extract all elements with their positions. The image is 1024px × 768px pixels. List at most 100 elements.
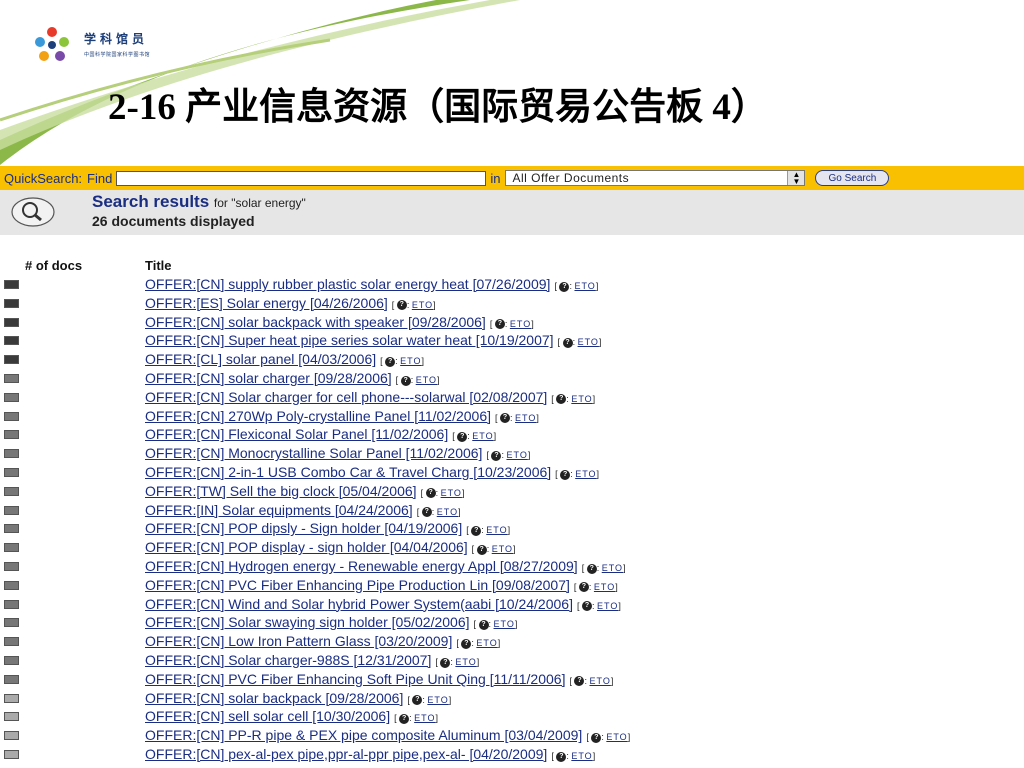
help-icon[interactable]: ? (425, 488, 436, 499)
eto-link[interactable]: ETO (472, 431, 493, 441)
help-icon[interactable]: ? (562, 338, 573, 349)
bracket-close: ] (618, 600, 621, 611)
help-icon[interactable]: ? (457, 432, 468, 442)
table-row: OFFER:[CN] solar backpack with speaker [… (0, 314, 1024, 333)
result-link[interactable]: OFFER:[CN] PVC Fiber Enhancing Soft Pipe… (145, 671, 565, 687)
result-link[interactable]: OFFER:[CL] solar panel [04/03/2006] (145, 351, 376, 367)
column-header-title: Title (145, 258, 172, 273)
eto-link[interactable]: ETO (578, 337, 599, 347)
eto-link[interactable]: ETO (590, 676, 611, 686)
row-content: OFFER:[TW] Sell the big clock [05/04/200… (145, 483, 464, 499)
help-icon[interactable]: ? (491, 450, 502, 461)
row-content: OFFER:[CN] POP dipsly - Sign holder [04/… (145, 520, 510, 536)
help-icon[interactable]: ? (559, 281, 570, 292)
search-input[interactable] (116, 170, 487, 186)
result-link[interactable]: OFFER:[ES] Solar energy [04/26/2006] (145, 295, 388, 311)
row-tools: [ ?: ETO] (551, 751, 595, 762)
eto-link[interactable]: ETO (494, 619, 515, 629)
eto-link[interactable]: ETO (437, 507, 458, 517)
eto-link[interactable]: ETO (412, 300, 433, 310)
row-content: OFFER:[CN] pex-al-pex pipe,ppr-al-ppr pi… (145, 746, 595, 762)
eto-link[interactable]: ETO (597, 601, 618, 611)
result-link[interactable]: OFFER:[CN] 2-in-1 USB Combo Car & Travel… (145, 464, 551, 480)
eto-link[interactable]: ETO (602, 563, 623, 573)
help-icon[interactable]: ? (421, 507, 432, 518)
help-icon[interactable]: ? (471, 525, 482, 536)
help-icon[interactable]: ? (440, 657, 451, 668)
result-link[interactable]: OFFER:[CN] PVC Fiber Enhancing Pipe Prod… (145, 577, 570, 593)
result-link[interactable]: OFFER:[CN] POP dipsly - Sign holder [04/… (145, 520, 462, 536)
document-type-select[interactable]: All Offer Documents ▲ ▼ (505, 170, 806, 186)
help-icon[interactable]: ? (556, 751, 567, 762)
eto-link[interactable]: ETO (606, 732, 627, 742)
help-icon[interactable]: ? (581, 601, 592, 612)
help-icon[interactable]: ? (385, 356, 396, 367)
result-link[interactable]: OFFER:[CN] Hydrogen energy - Renewable e… (145, 558, 578, 574)
eto-link[interactable]: ETO (476, 638, 497, 648)
eto-link[interactable]: ETO (575, 469, 596, 479)
result-link[interactable]: OFFER:[CN] supply rubber plastic solar e… (145, 276, 550, 292)
table-row: OFFER:[IN] Solar equipments [04/24/2006]… (0, 502, 1024, 521)
relevance-bar (4, 430, 19, 440)
result-link[interactable]: OFFER:[CN] Wind and Solar hybrid Power S… (145, 596, 573, 612)
eto-link[interactable]: ETO (594, 582, 615, 592)
help-icon[interactable]: ? (578, 582, 589, 593)
quicksearch-label: QuickSearch: (4, 170, 83, 186)
select-arrows-icon[interactable]: ▲ ▼ (787, 171, 805, 186)
result-link[interactable]: OFFER:[CN] Low Iron Pattern Glass [03/20… (145, 633, 452, 649)
result-link[interactable]: OFFER:[TW] Sell the big clock [05/04/200… (145, 483, 417, 499)
eto-link[interactable]: ETO (414, 713, 435, 723)
table-row: OFFER:[CN] Monocrystalline Solar Panel [… (0, 445, 1024, 464)
row-tools: [ ?: ETO] (558, 337, 601, 349)
result-link[interactable]: OFFER:[CN] Solar swaying sign holder [05… (145, 614, 470, 630)
eto-link[interactable]: ETO (510, 319, 531, 329)
eto-link[interactable]: ETO (400, 356, 421, 366)
result-link[interactable]: OFFER:[CN] Solar charger-988S [12/31/200… (145, 652, 431, 668)
help-icon[interactable]: ? (478, 619, 489, 630)
help-icon[interactable]: ? (500, 413, 511, 424)
result-link[interactable]: OFFER:[CN] Super heat pipe series solar … (145, 332, 554, 348)
eto-link[interactable]: ETO (574, 281, 595, 291)
table-row: OFFER:[CN] 2-in-1 USB Combo Car & Travel… (0, 464, 1024, 483)
eto-link[interactable]: ETO (571, 394, 592, 404)
relevance-bar (4, 486, 19, 496)
eto-link[interactable]: ETO (492, 544, 513, 554)
help-icon[interactable]: ? (476, 544, 487, 555)
result-link[interactable]: OFFER:[CN] solar backpack with speaker [… (145, 314, 486, 330)
help-icon[interactable]: ? (494, 319, 505, 330)
result-link[interactable]: OFFER:[CN] sell solar cell [10/30/2006] (145, 708, 390, 724)
table-row: OFFER:[CN] Hydrogen energy - Renewable e… (0, 558, 1024, 577)
eto-link[interactable]: ETO (427, 695, 448, 705)
go-search-button[interactable]: Go Search (815, 170, 890, 186)
result-link[interactable]: OFFER:[CN] POP display - sign holder [04… (145, 539, 468, 555)
bracket-close: ] (476, 656, 480, 667)
eto-link[interactable]: ETO (486, 525, 507, 535)
result-link[interactable]: OFFER:[CN] Monocrystalline Solar Panel [… (145, 445, 482, 461)
help-icon[interactable]: ? (399, 713, 410, 724)
help-icon[interactable]: ? (396, 300, 407, 311)
help-icon[interactable]: ? (591, 732, 602, 743)
eto-link[interactable]: ETO (455, 657, 476, 667)
result-link[interactable]: OFFER:[CN] solar charger [09/28/2006] (145, 370, 392, 386)
eto-link[interactable]: ETO (515, 413, 536, 423)
result-link[interactable]: OFFER:[IN] Solar equipments [04/24/2006] (145, 502, 413, 518)
help-icon[interactable]: ? (574, 676, 585, 687)
help-icon[interactable]: ? (560, 469, 571, 480)
bracket-close: ] (433, 299, 436, 310)
help-icon[interactable]: ? (461, 638, 472, 649)
result-link[interactable]: OFFER:[CN] solar backpack [09/28/2006] (145, 690, 403, 706)
help-icon[interactable]: ? (586, 563, 597, 574)
eto-link[interactable]: ETO (506, 450, 527, 460)
result-link[interactable]: OFFER:[CN] Solar charger for cell phone-… (145, 389, 547, 405)
help-icon[interactable]: ? (412, 695, 423, 706)
result-link[interactable]: OFFER:[CN] 270Wp Poly-crystalline Panel … (145, 408, 491, 424)
result-link[interactable]: OFFER:[CN] PP-R pipe & PEX pipe composit… (145, 727, 582, 743)
help-icon[interactable]: ? (400, 375, 411, 386)
eto-link[interactable]: ETO (416, 375, 437, 385)
help-icon[interactable]: ? (556, 394, 567, 405)
result-link[interactable]: OFFER:[CN] pex-al-pex pipe,ppr-al-ppr pi… (145, 746, 547, 762)
result-link[interactable]: OFFER:[CN] Flexiconal Solar Panel [11/02… (145, 426, 448, 442)
relevance-bar (4, 712, 19, 722)
eto-link[interactable]: ETO (571, 751, 592, 761)
eto-link[interactable]: ETO (441, 488, 462, 498)
